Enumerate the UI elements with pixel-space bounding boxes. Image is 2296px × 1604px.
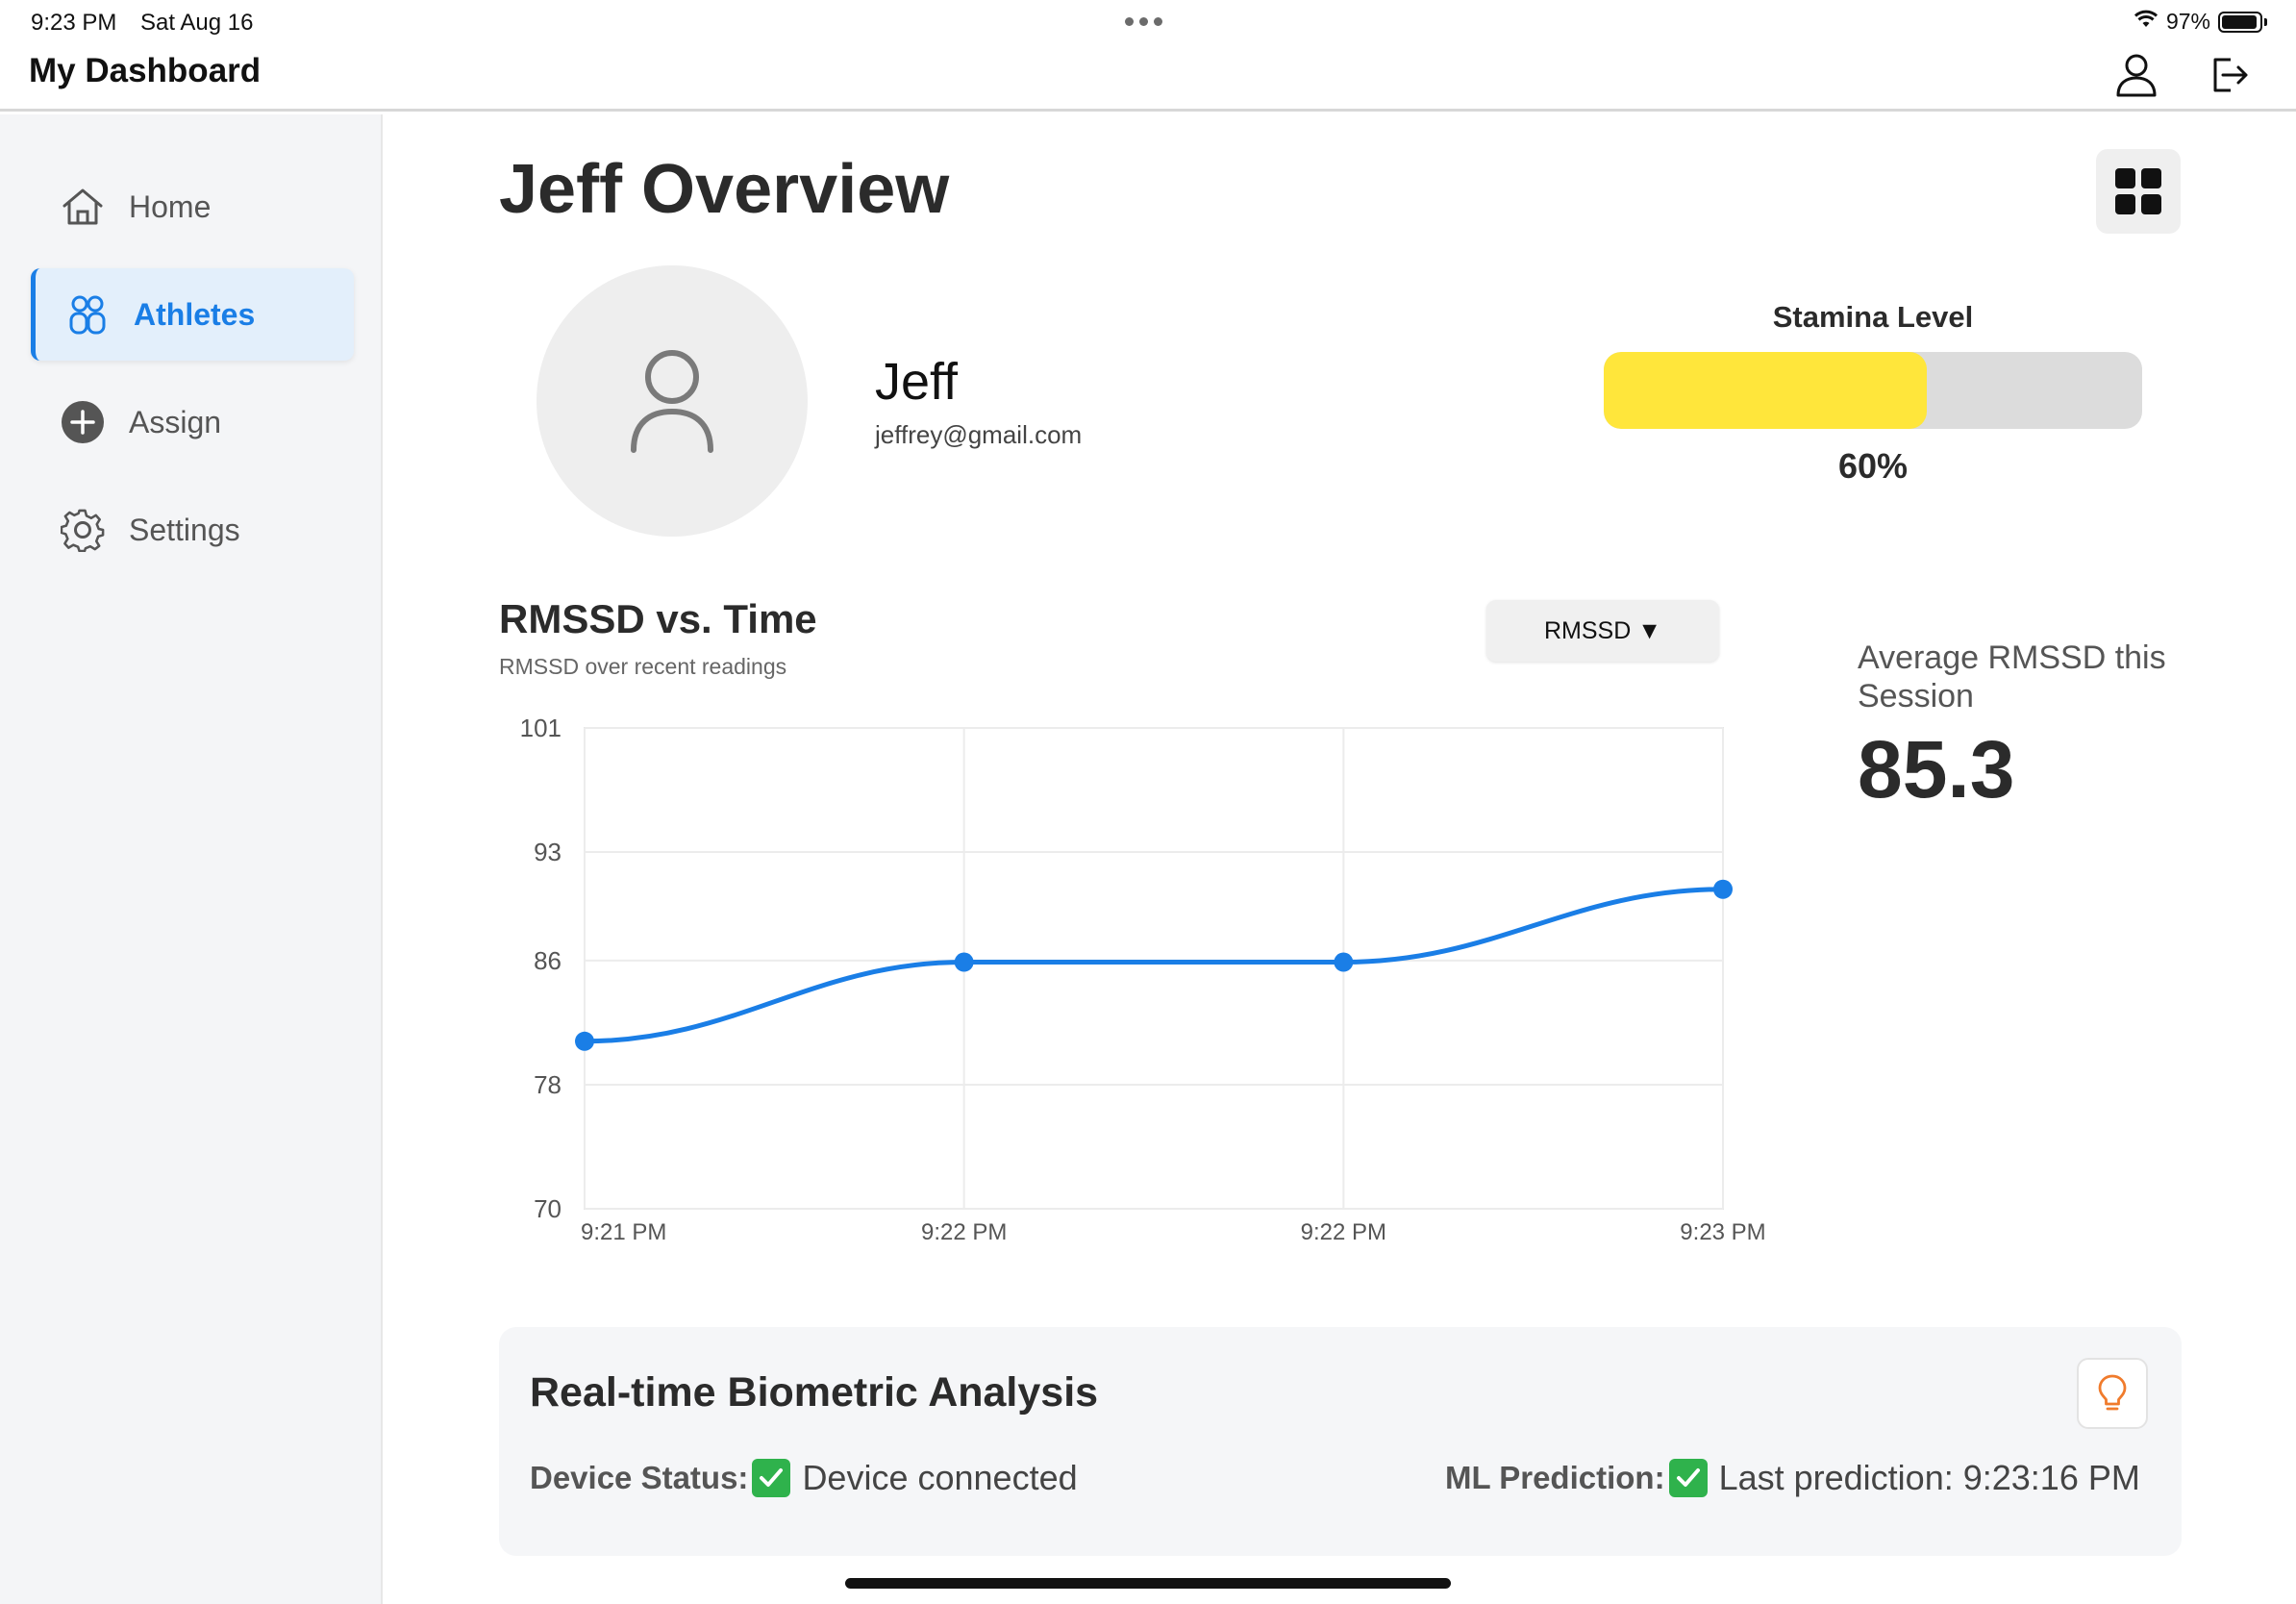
sidebar-item-label: Athletes xyxy=(134,296,256,332)
app-title: My Dashboard xyxy=(29,52,262,89)
grid-icon xyxy=(2115,168,2161,214)
plot-frame xyxy=(584,727,1724,1210)
home-icon xyxy=(58,182,108,232)
sidebar-item-assign[interactable]: Assign xyxy=(31,376,354,468)
analysis-title: Real-time Biometric Analysis xyxy=(530,1369,1099,1416)
sidebar-item-athletes[interactable]: Athletes xyxy=(31,268,354,361)
y-tick-label: 93 xyxy=(534,838,562,866)
sidebar-item-settings[interactable]: Settings xyxy=(31,484,354,576)
status-date: Sat Aug 16 xyxy=(140,10,254,36)
status-time: 9:23 PM xyxy=(31,10,117,36)
stamina-bar-fill xyxy=(1604,352,1927,429)
data-point xyxy=(954,952,974,972)
y-tick-label: 101 xyxy=(520,714,562,742)
chart-subtitle: RMSSD over recent readings xyxy=(499,654,787,679)
chart-title: RMSSD vs. Time xyxy=(499,596,817,641)
avatar[interactable] xyxy=(537,265,808,537)
battery-icon xyxy=(2218,11,2262,33)
y-tick-label: 78 xyxy=(534,1070,562,1099)
device-status-label: Device Status: xyxy=(530,1460,749,1495)
x-tick-label: 9:23 PM xyxy=(1680,1219,1765,1245)
user-placeholder-icon xyxy=(631,350,713,453)
average-rmssd-value: 85.3 xyxy=(1858,724,2015,815)
stamina-value: 60% xyxy=(1837,446,1909,486)
sidebar-item-home[interactable]: Home xyxy=(31,161,354,253)
athlete-name: Jeff xyxy=(875,353,959,411)
athlete-email: jeffrey@gmail.com xyxy=(875,420,1083,449)
status-bar: 9:23 PM Sat Aug 16 97% xyxy=(0,0,2296,44)
page-title: Jeff Overview xyxy=(499,151,950,228)
battery-percent: 97% xyxy=(2165,9,2210,34)
sidebar: Home Athletes Assign Settings xyxy=(0,114,383,1604)
average-rmssd-label: Average RMSSD this Session xyxy=(1858,639,2166,714)
app-header: My Dashboard xyxy=(0,44,2296,112)
series-line xyxy=(582,887,1726,1044)
gear-icon xyxy=(58,505,108,555)
ml-prediction-value: Last prediction: 9:23:16 PM xyxy=(1718,1458,2140,1497)
data-point xyxy=(1713,879,1733,899)
metric-select-dropdown[interactable]: RMSSD ▼ xyxy=(1486,600,1719,662)
data-point xyxy=(575,1031,594,1051)
y-tick-label: 70 xyxy=(534,1194,562,1223)
sidebar-item-label: Home xyxy=(129,188,212,224)
wifi-icon xyxy=(2134,9,2159,35)
sidebar-item-label: Settings xyxy=(129,512,240,547)
multitasking-dots-icon[interactable] xyxy=(1125,17,1162,26)
data-point xyxy=(1334,952,1354,972)
x-tick-label: 9:22 PM xyxy=(1301,1219,1386,1245)
check-icon xyxy=(1668,1459,1708,1497)
rmssd-line-chart: 101 93 86 78 70 9:21 PM 9:22 PM 9:22 PM 9:23 PM xyxy=(520,714,1766,1245)
check-icon xyxy=(752,1459,791,1497)
user-icon xyxy=(2116,54,2157,97)
ml-prediction-row: ML Prediction: Last prediction: 9:23:16 … xyxy=(1445,1458,2140,1498)
device-status-value: Device connected xyxy=(802,1458,1078,1497)
lightbulb-icon xyxy=(2098,1374,2127,1411)
people-icon xyxy=(62,289,112,339)
ml-prediction-label: ML Prediction: xyxy=(1445,1460,1665,1495)
layout-toggle-button[interactable] xyxy=(2096,149,2181,234)
profile-button[interactable] xyxy=(2109,48,2163,102)
insights-button[interactable] xyxy=(2077,1358,2148,1429)
logout-button[interactable] xyxy=(2202,48,2256,102)
plus-circle-icon xyxy=(58,397,108,447)
biometric-analysis-card: Real-time Biometric Analysis Device Stat… xyxy=(499,1327,2182,1556)
sidebar-item-label: Assign xyxy=(129,404,222,439)
x-tick-label: 9:21 PM xyxy=(581,1219,666,1245)
logout-icon xyxy=(2213,58,2248,92)
device-status-row: Device Status: Device connected xyxy=(530,1458,1078,1498)
home-indicator[interactable] xyxy=(845,1578,1451,1589)
x-tick-label: 9:22 PM xyxy=(921,1219,1007,1245)
stamina-bar xyxy=(1604,352,2142,429)
status-indicators: 97% xyxy=(2134,9,2267,35)
y-tick-label: 86 xyxy=(534,946,562,975)
stamina-label: Stamina Level xyxy=(1772,300,1974,334)
